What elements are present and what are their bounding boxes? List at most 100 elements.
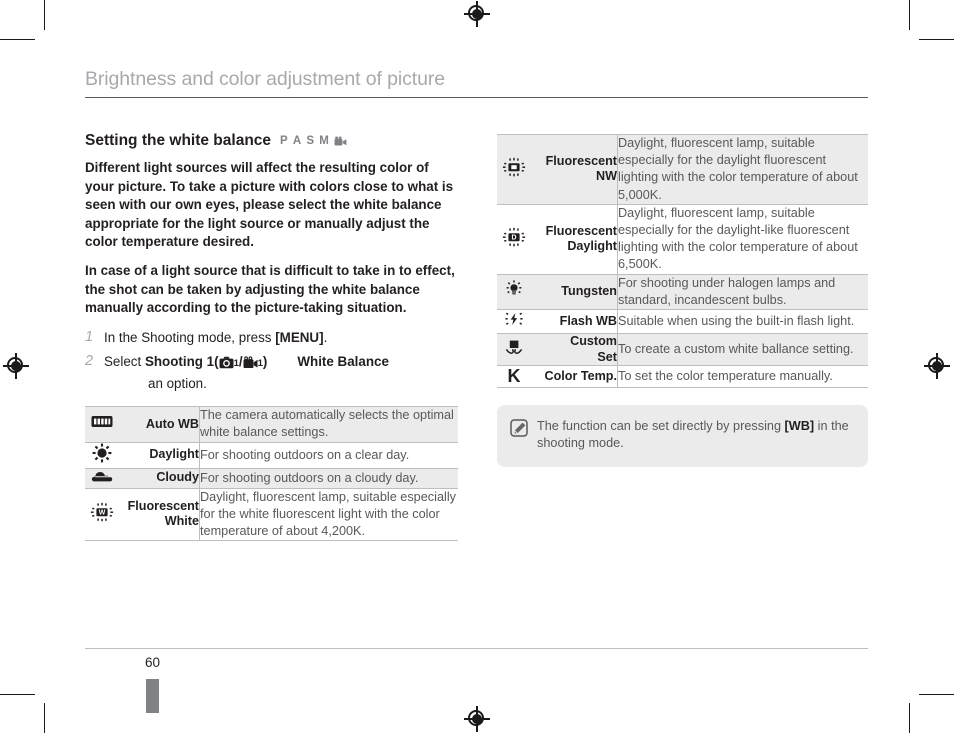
option-name: Fluorescent White bbox=[118, 488, 200, 541]
intro-paragraph-1: Different light sources will affect the … bbox=[85, 160, 454, 250]
step-2-bold-shooting1: Shooting 1 bbox=[144, 354, 215, 370]
custom-set-icon bbox=[497, 333, 531, 367]
crop-mark-top-right-horizontal bbox=[919, 39, 954, 40]
option-description: Daylight, fluorescent lamp, suitable esp… bbox=[200, 489, 456, 539]
white-balance-options-table-left: Auto WB The camera automatically selects… bbox=[85, 406, 458, 542]
flash-wb-icon bbox=[497, 309, 531, 335]
table-row: W Fluorescent White Daylight, fluorescen… bbox=[85, 488, 458, 541]
crop-mark-bottom-left-vertical bbox=[44, 703, 45, 733]
steps-list: 1 In the Shooting mode, press [MENU]. 2 … bbox=[85, 328, 458, 394]
fluorescent-white-icon: W bbox=[85, 488, 118, 541]
option-name: Daylight bbox=[118, 442, 200, 469]
option-name: Flash WB bbox=[531, 309, 618, 335]
table-row: Fluorescent NW Daylight, fluorescent lam… bbox=[497, 134, 868, 205]
svg-text:W: W bbox=[98, 510, 105, 517]
camera-icon bbox=[219, 356, 234, 369]
left-column: Setting the white balance P A S M Differ… bbox=[85, 132, 458, 542]
table-row: Flash WB Suitable when using the built-i… bbox=[497, 309, 868, 335]
page-header: Brightness and color adjustment of pictu… bbox=[85, 68, 868, 98]
right-column: Fluorescent NW Daylight, fluorescent lam… bbox=[497, 134, 868, 467]
option-name: Color Temp. bbox=[531, 365, 618, 388]
note-box: The function can be set directly by pres… bbox=[497, 405, 868, 467]
fluorescent-nw-icon bbox=[497, 134, 531, 205]
auto-wb-icon bbox=[85, 406, 118, 443]
step-1-text-after: . bbox=[323, 329, 328, 345]
step-1-body: In the Shooting mode, press [MENU]. bbox=[104, 328, 458, 348]
step-2-body: Select Shooting 1(1/1) White Balance an op… bbox=[104, 352, 458, 393]
crop-mark-bottom-right-horizontal bbox=[919, 694, 954, 695]
table-row: Daylight For shooting outdoors on a clea… bbox=[85, 442, 458, 469]
table-row: Tungsten For shooting under halogen lamp… bbox=[497, 274, 868, 311]
step-1-bold-menu: [MENU] bbox=[275, 329, 324, 345]
registration-target-top bbox=[464, 1, 490, 27]
video-camera-icon bbox=[334, 136, 347, 147]
table-row: Auto WB The camera automatically selects… bbox=[85, 406, 458, 443]
daylight-sun-icon bbox=[85, 442, 118, 469]
page-number: 60 bbox=[145, 655, 161, 670]
section-heading-label: Setting the white balance bbox=[85, 132, 272, 149]
option-name-line1: Fluorescent bbox=[127, 498, 199, 513]
table-row: Cloudy For shooting outdoors on a cloudy… bbox=[85, 468, 458, 489]
registration-target-right bbox=[924, 353, 950, 379]
mode-badge-group: P A S M bbox=[280, 135, 347, 147]
mode-badge-p: P bbox=[280, 135, 288, 147]
step-2-bold-white-balance: White Balance bbox=[297, 354, 389, 370]
fluorescent-daylight-icon: D bbox=[497, 204, 531, 275]
crop-mark-bottom-left-horizontal bbox=[0, 694, 35, 695]
option-name-line1: Fluorescent bbox=[545, 153, 617, 168]
option-name: Cloudy bbox=[118, 468, 200, 489]
step-1-number: 1 bbox=[85, 328, 94, 345]
crop-mark-top-left-horizontal bbox=[0, 39, 35, 40]
footer-divider bbox=[85, 648, 868, 649]
option-name: Fluorescent NW bbox=[531, 134, 618, 205]
step-2-number: 2 bbox=[85, 353, 94, 370]
crop-mark-top-right-vertical bbox=[909, 0, 910, 30]
color-temp-kelvin-icon: K bbox=[507, 366, 521, 387]
option-name-line2: White bbox=[164, 514, 199, 529]
note-text-before: The function can be set directly by pres… bbox=[537, 419, 785, 434]
cloudy-cloud-icon bbox=[85, 468, 118, 489]
note-bold-wb: [WB] bbox=[784, 419, 815, 434]
option-description: To create a custom white ballance settin… bbox=[617, 333, 868, 367]
crop-mark-top-left-vertical bbox=[44, 0, 45, 30]
page-title: Brightness and color adjustment of pictu… bbox=[85, 68, 445, 90]
option-name: Fluorescent Daylight bbox=[531, 204, 618, 275]
option-description: For shooting outdoors on a cloudy day. bbox=[199, 468, 458, 489]
option-name: Custom Set bbox=[531, 333, 618, 367]
table-row: Custom Set To create a custom white ball… bbox=[497, 333, 868, 367]
mode-badge-a: A bbox=[292, 135, 302, 147]
option-description: To set the color temperature manually. bbox=[618, 368, 833, 383]
note-text: The function can be set directly by pres… bbox=[537, 418, 854, 453]
page-section-tab bbox=[146, 679, 159, 713]
step-2-text-after: an option. bbox=[148, 375, 207, 391]
table-row: D Fluorescent Daylight Daylight, fluores… bbox=[497, 204, 868, 275]
crop-mark-bottom-right-vertical bbox=[909, 703, 910, 733]
option-name: Tungsten bbox=[531, 274, 618, 311]
camcorder-icon bbox=[243, 356, 258, 369]
option-name-line1: Fluorescent bbox=[545, 223, 617, 238]
option-description: Suitable when using the built-in flash l… bbox=[617, 309, 868, 335]
section-heading: Setting the white balance P A S M bbox=[85, 132, 458, 150]
mode-badge-s: S bbox=[306, 135, 315, 147]
step-1-text-before: In the Shooting mode, press bbox=[104, 329, 276, 345]
white-balance-options-table-right: Fluorescent NW Daylight, fluorescent lam… bbox=[497, 134, 868, 389]
option-name: Auto WB bbox=[118, 406, 200, 443]
option-description: For shooting under halogen lamps and sta… bbox=[617, 274, 868, 311]
intro-paragraph-2: In case of a light source that is diffic… bbox=[85, 262, 455, 316]
mode-badge-m: M bbox=[319, 135, 330, 147]
step-2: 2 Select Shooting 1(1/1) White Balance an … bbox=[85, 352, 458, 393]
table-row: K Color Temp. To set the color temperatu… bbox=[497, 365, 868, 388]
option-name-line2: Set bbox=[597, 349, 617, 364]
option-name-line1: Custom bbox=[570, 334, 617, 349]
option-description: Daylight, fluorescent lamp, suitable esp… bbox=[617, 204, 868, 275]
registration-target-bottom bbox=[464, 706, 490, 732]
note-pencil-icon bbox=[510, 419, 528, 437]
svg-text:D: D bbox=[511, 234, 516, 241]
step-1: 1 In the Shooting mode, press [MENU]. bbox=[85, 328, 458, 348]
option-description: For shooting outdoors on a clear day. bbox=[199, 442, 458, 469]
page-footer: 60 bbox=[85, 648, 868, 670]
header-divider bbox=[85, 97, 868, 98]
registration-target-left bbox=[3, 353, 29, 379]
step-2-text-before: Select bbox=[104, 354, 145, 370]
option-name-line2: NW bbox=[596, 169, 617, 184]
